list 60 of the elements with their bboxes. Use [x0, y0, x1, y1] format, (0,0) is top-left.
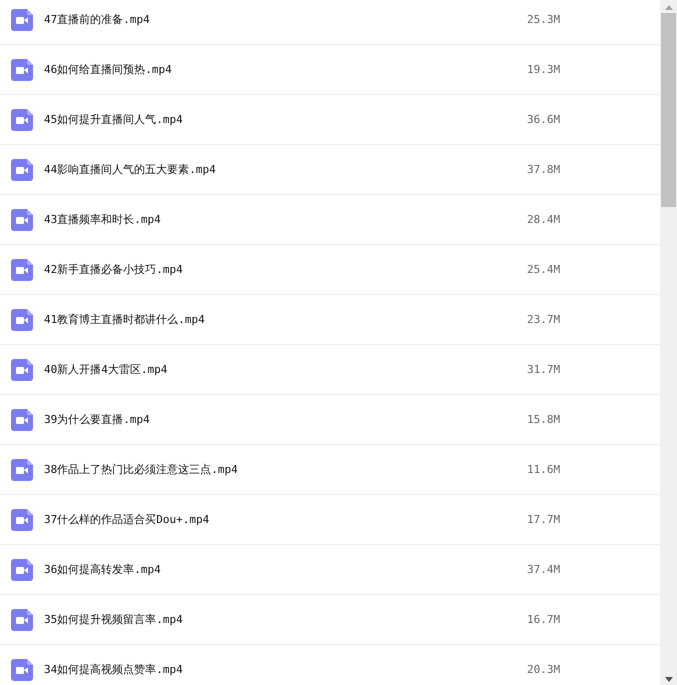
video-file-icon — [11, 258, 33, 280]
file-row[interactable]: 43直播频率和时长.mp4 28.4M — [0, 195, 660, 245]
file-name: 41教育博主直播时都讲什么.mp4 — [44, 312, 206, 327]
file-size: 23.7M — [527, 313, 560, 326]
video-file-icon — [11, 508, 33, 530]
file-row[interactable]: 34如何提高视频点赞率.mp4 20.3M — [0, 645, 660, 685]
file-row[interactable]: 42新手直播必备小技巧.mp4 25.4M — [0, 245, 660, 295]
scroll-up-arrow-icon[interactable] — [664, 5, 672, 10]
file-name: 39为什么要直播.mp4 — [44, 412, 151, 427]
file-row[interactable]: 38作品上了热门比必须注意这三点.mp4 11.6M — [0, 445, 660, 495]
file-size: 19.3M — [527, 63, 560, 76]
file-name: 35如何提升视频留言率.mp4 — [44, 612, 184, 627]
file-name: 43直播频率和时长.mp4 — [44, 212, 162, 227]
file-name: 40新人开播4大雷区.mp4 — [44, 362, 168, 377]
file-name: 44影响直播间人气的五大要素.mp4 — [44, 162, 217, 177]
file-size: 11.6M — [527, 463, 560, 476]
file-row[interactable]: 39为什么要直播.mp4 15.8M — [0, 395, 660, 445]
file-size: 25.4M — [527, 263, 560, 276]
scroll-down-arrow-icon[interactable] — [664, 677, 672, 682]
video-file-icon — [11, 158, 33, 180]
video-file-icon — [11, 658, 33, 680]
video-file-icon — [11, 608, 33, 630]
file-name: 47直播前的准备.mp4 — [44, 12, 151, 27]
file-row[interactable]: 44影响直播间人气的五大要素.mp4 37.8M — [0, 145, 660, 195]
video-file-icon — [11, 208, 33, 230]
file-row[interactable]: 47直播前的准备.mp4 25.3M — [0, 0, 660, 45]
video-file-icon — [11, 108, 33, 130]
file-name: 42新手直播必备小技巧.mp4 — [44, 262, 184, 277]
video-file-icon — [11, 458, 33, 480]
file-size: 17.7M — [527, 513, 560, 526]
file-row[interactable]: 46如何给直播间预热.mp4 19.3M — [0, 45, 660, 95]
file-row[interactable]: 35如何提升视频留言率.mp4 16.7M — [0, 595, 660, 645]
file-size: 37.4M — [527, 563, 560, 576]
video-file-icon — [11, 58, 33, 80]
file-name: 46如何给直播间预热.mp4 — [44, 62, 173, 77]
file-size: 15.8M — [527, 413, 560, 426]
file-name: 38作品上了热门比必须注意这三点.mp4 — [44, 462, 239, 477]
video-file-icon — [11, 358, 33, 380]
file-row[interactable]: 36如何提高转发率.mp4 37.4M — [0, 545, 660, 595]
file-row[interactable]: 37什么样的作品适合买Dou+.mp4 17.7M — [0, 495, 660, 545]
video-file-icon — [11, 558, 33, 580]
file-name: 45如何提升直播间人气.mp4 — [44, 112, 184, 127]
video-file-icon — [11, 308, 33, 330]
file-name: 37什么样的作品适合买Dou+.mp4 — [44, 512, 210, 527]
file-size: 37.8M — [527, 163, 560, 176]
file-size: 36.6M — [527, 113, 560, 126]
file-size: 25.3M — [527, 13, 560, 26]
scrollbar[interactable] — [660, 0, 677, 685]
file-size: 31.7M — [527, 363, 560, 376]
scrollbar-thumb[interactable] — [661, 13, 676, 207]
file-size: 16.7M — [527, 613, 560, 626]
file-size: 20.3M — [527, 663, 560, 676]
video-file-icon — [11, 8, 33, 30]
video-file-icon — [11, 408, 33, 430]
file-row[interactable]: 41教育博主直播时都讲什么.mp4 23.7M — [0, 295, 660, 345]
file-row[interactable]: 40新人开播4大雷区.mp4 31.7M — [0, 345, 660, 395]
file-name: 34如何提高视频点赞率.mp4 — [44, 662, 184, 677]
file-name: 36如何提高转发率.mp4 — [44, 562, 162, 577]
file-row[interactable]: 45如何提升直播间人气.mp4 36.6M — [0, 95, 660, 145]
file-size: 28.4M — [527, 213, 560, 226]
